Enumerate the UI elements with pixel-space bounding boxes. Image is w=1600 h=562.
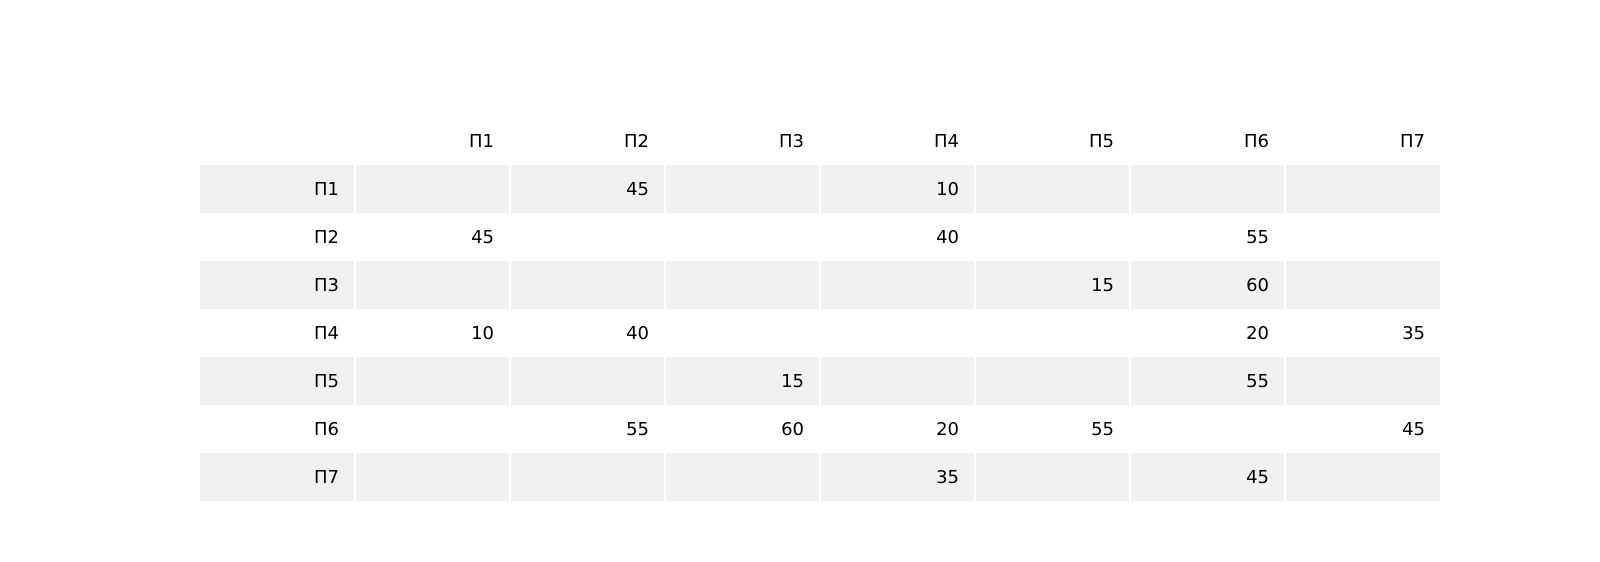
table-cell: 15 (974, 261, 1130, 309)
header-row: П1 П2 П3 П4 П5 П6 П7 (200, 115, 1440, 165)
table-cell (1129, 405, 1285, 453)
table-cell (819, 357, 975, 405)
table-row: П7 35 45 (200, 453, 1440, 501)
table-cell (509, 453, 665, 501)
table-cell: 35 (819, 453, 975, 501)
table-cell: 10 (354, 309, 510, 357)
table-cell: 55 (1129, 357, 1285, 405)
column-header: П2 (509, 115, 665, 165)
distance-matrix-table: П1 П2 П3 П4 П5 П6 П7 П1 45 10 П2 45 40 55 П3 15 60 П4 10 4… (200, 115, 1440, 501)
table-row: П6 55 60 20 55 45 (200, 405, 1440, 453)
table-cell (1284, 165, 1440, 213)
table-cell: 40 (819, 213, 975, 261)
corner-header-cell (200, 115, 355, 165)
row-header-cell: П6 (314, 418, 339, 440)
table-cell (509, 261, 665, 309)
table-body: П1 45 10 П2 45 40 55 П3 15 60 П4 10 40 20 35 П5 15 55 П6 55… (200, 165, 1440, 501)
table-row: П2 45 40 55 (200, 213, 1440, 261)
table-cell (1284, 453, 1440, 501)
row-header-cell: П2 (314, 226, 339, 248)
table-cell: 20 (819, 405, 975, 453)
table-cell (974, 357, 1130, 405)
table-cell (819, 261, 975, 309)
row-header-cell: П5 (200, 357, 355, 405)
table-cell (819, 309, 975, 357)
table-header: П1 П2 П3 П4 П5 П6 П7 (200, 115, 1440, 165)
table-cell (664, 309, 820, 357)
table-cell (974, 453, 1130, 501)
table-row: П4 10 40 20 35 (200, 309, 1440, 357)
row-header-cell: П7 (200, 453, 355, 501)
table-cell: 45 (354, 213, 510, 261)
table-cell (354, 261, 510, 309)
table-cell (664, 165, 820, 213)
row-header-cell: П3 (200, 261, 355, 309)
table-cell (1284, 357, 1440, 405)
table-cell (974, 213, 1130, 261)
table-cell (354, 453, 510, 501)
table-cell (354, 165, 510, 213)
table-cell (354, 405, 510, 453)
column-header: П1 (354, 115, 510, 165)
table-cell: 55 (1129, 213, 1285, 261)
table-cell: 55 (974, 405, 1130, 453)
table-row: П5 15 55 (200, 357, 1440, 405)
column-header: П7 (1284, 115, 1440, 165)
table-cell: 45 (509, 165, 665, 213)
table-cell (664, 261, 820, 309)
column-header: П4 (819, 115, 975, 165)
table-cell: 15 (664, 357, 820, 405)
table-cell (1284, 261, 1440, 309)
column-header: П5 (974, 115, 1130, 165)
column-header: П6 (1129, 115, 1285, 165)
table-cell (664, 213, 820, 261)
table-cell: 45 (1284, 405, 1440, 453)
row-header-cell: П4 (314, 322, 339, 344)
table-cell (664, 453, 820, 501)
table-cell: 55 (509, 405, 665, 453)
table-cell: 10 (819, 165, 975, 213)
table-cell (974, 165, 1130, 213)
column-header: П3 (664, 115, 820, 165)
table-cell: 40 (509, 309, 665, 357)
table-cell (974, 309, 1130, 357)
table-cell: 35 (1284, 309, 1440, 357)
table-cell (1129, 165, 1285, 213)
table-row: П3 15 60 (200, 261, 1440, 309)
table-cell (354, 357, 510, 405)
table-cell (509, 357, 665, 405)
table-row: П1 45 10 (200, 165, 1440, 213)
row-header-cell: П1 (200, 165, 355, 213)
table-cell (1284, 213, 1440, 261)
table-cell: 20 (1129, 309, 1285, 357)
table-cell: 60 (1129, 261, 1285, 309)
table-cell (509, 213, 665, 261)
table-cell: 45 (1129, 453, 1285, 501)
table-cell: 60 (664, 405, 820, 453)
